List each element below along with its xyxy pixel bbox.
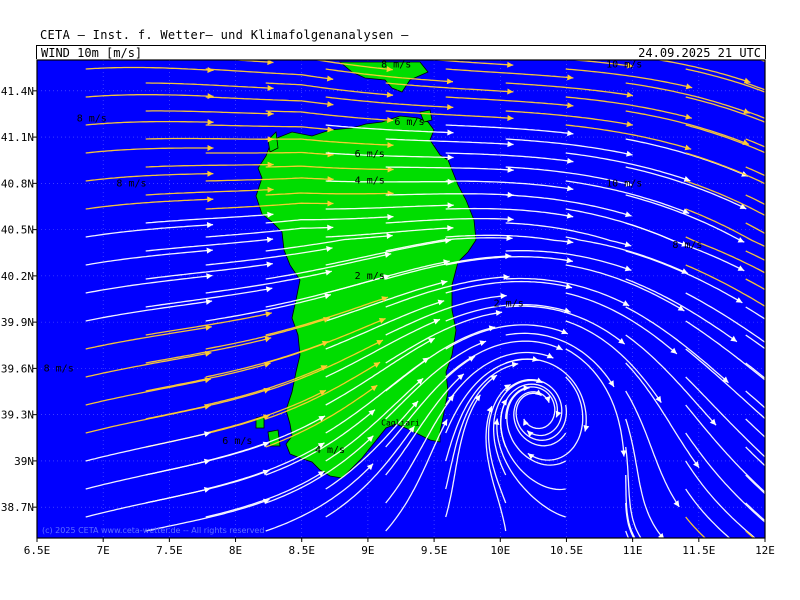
streamline <box>625 530 630 538</box>
streamline-arrowhead <box>770 461 777 467</box>
speed-label: 10 m/s <box>606 178 642 189</box>
speed-label: 2 m/s <box>355 271 385 282</box>
x-tick-label: 12E <box>755 544 775 557</box>
streamline <box>145 137 274 140</box>
speed-label: 4 m/s <box>315 445 345 456</box>
x-tick-label: 6.5E <box>24 544 51 557</box>
streamline-arrowhead <box>677 573 684 579</box>
speed-label: 6 m/s <box>355 149 385 160</box>
streamline-arrowhead <box>794 231 800 237</box>
streamline-arrowhead <box>796 198 800 204</box>
copyright-notice: (c) 2025 CETA www.ceta-wetter.de -- All … <box>42 526 264 535</box>
y-tick-label: 39.6N <box>1 362 34 375</box>
x-tick-label: 10.5E <box>550 544 583 557</box>
streamline-arrowhead <box>786 357 793 363</box>
streamline-arrowhead <box>781 392 788 398</box>
streamline-arrowhead <box>772 570 779 576</box>
wind-map: 8 m/s 10 m/s 8 m/s 6 m/s 6 m/s 4 m/s 8 m/s 10 m… <box>1 59 800 597</box>
y-tick-label: 40.5N <box>1 224 34 237</box>
streamline-arrowhead <box>794 287 800 293</box>
x-tick-label: 11E <box>623 544 643 557</box>
city-label: Cagliari <box>381 418 420 427</box>
x-tick-label: 7E <box>97 544 110 557</box>
x-tick-label: 10E <box>490 544 510 557</box>
speed-label: 8 m/s <box>77 114 107 125</box>
x-tick-label: 11.5E <box>682 544 715 557</box>
streamline-arrowhead <box>659 557 666 563</box>
streamline-arrowhead <box>791 321 798 327</box>
y-tick-label: 39N <box>14 455 34 468</box>
speed-label: 6 m/s <box>394 117 424 128</box>
city-labels: Cagliari <box>381 418 420 427</box>
y-tick-label: 39.9N <box>1 316 34 329</box>
y-tick-label: 38.7N <box>1 501 34 514</box>
speed-label: 8 m/s <box>381 60 411 71</box>
x-tick-label: 9.5E <box>421 544 448 557</box>
speed-label: 4 m/s <box>355 175 385 186</box>
speed-label: 2 m/s <box>494 299 524 310</box>
streamline-arrowhead <box>794 259 800 265</box>
x-tick-label: 8.5E <box>288 544 315 557</box>
speed-label: 10 m/s <box>606 60 642 71</box>
latitude-axis: 41.4N 41.1N 40.8N 40.5N 40.2N 39.9N 39.6N 39.3N… <box>1 85 37 514</box>
x-tick-label: 7.5E <box>156 544 183 557</box>
streamline <box>745 530 755 538</box>
speed-label: 6 m/s <box>222 436 252 447</box>
x-tick-label: 9E <box>361 544 374 557</box>
speed-label: 8 m/s <box>672 240 702 251</box>
speed-label: 8 m/s <box>116 178 146 189</box>
streamline-arrowhead <box>778 591 785 597</box>
y-tick-label: 41.4N <box>1 85 34 98</box>
streamline-arrowhead <box>766 493 773 499</box>
streamline-arrowhead <box>764 525 765 527</box>
longitude-axis: 6.5E 7E 7.5E 8E 8.5E 9E 9.5E 10E 10.5E 11E 11.5E 12… <box>24 538 775 557</box>
streamline-arrowhead <box>775 427 782 433</box>
streamline-arrowhead <box>700 586 707 592</box>
speed-label: 8 m/s <box>44 363 74 374</box>
x-tick-label: 8E <box>229 544 242 557</box>
y-tick-label: 40.2N <box>1 270 34 283</box>
y-tick-label: 40.8N <box>1 177 34 190</box>
y-tick-label: 41.1N <box>1 131 34 144</box>
y-tick-label: 39.3N <box>1 409 34 422</box>
